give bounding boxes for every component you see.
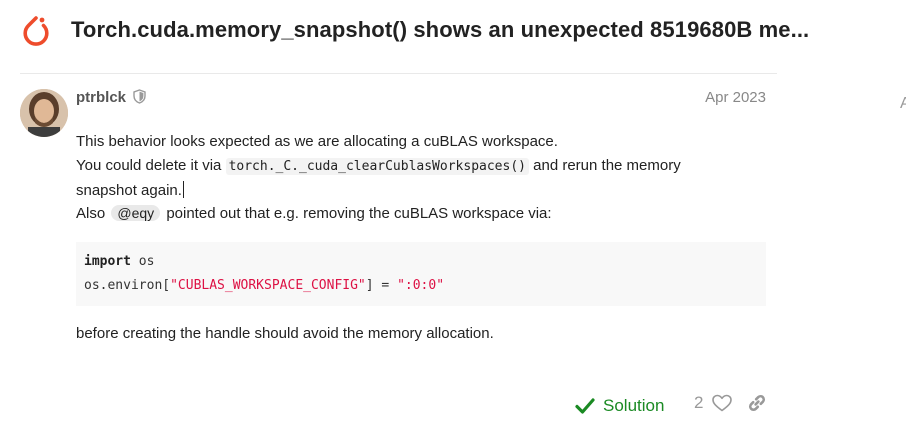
- timeline-label: A: [900, 95, 906, 112]
- header-divider: [20, 73, 777, 74]
- like-count[interactable]: 2: [694, 393, 703, 413]
- inline-code: torch._C._cuda_clearCublasWorkspaces(): [225, 158, 529, 175]
- code-text: os.environ[: [84, 278, 171, 293]
- code-keyword: import: [84, 254, 131, 269]
- avatar[interactable]: [20, 89, 68, 137]
- code-block: import os os.environ["CUBLAS_WORKSPACE_C…: [76, 242, 766, 306]
- link-icon[interactable]: [747, 393, 767, 413]
- text-segment: pointed out that e.g. removing the cuBLA…: [162, 205, 552, 222]
- user-mention[interactable]: @eqy: [111, 205, 161, 221]
- text-segment: and rerun the memory: [528, 157, 681, 174]
- avatar-image: [20, 89, 68, 137]
- solution-button[interactable]: Solution: [575, 393, 664, 419]
- pytorch-logo-icon[interactable]: [18, 12, 54, 50]
- post-author[interactable]: ptrblck: [76, 89, 126, 106]
- post-paragraph-line: before creating the handle should avoid …: [76, 325, 494, 342]
- post-paragraph-line: snapshot again.: [76, 181, 184, 199]
- text-cursor: [182, 181, 184, 198]
- post-paragraph-line: Also @eqy pointed out that e.g. removing…: [76, 205, 552, 222]
- text-segment: Also: [76, 205, 110, 222]
- code-line: import os: [84, 254, 154, 269]
- code-text: ] =: [365, 278, 398, 293]
- code-string: ":0:0": [397, 278, 445, 293]
- text-segment: You could delete it via: [76, 157, 226, 174]
- topic-page: Torch.cuda.memory_snapshot() shows an un…: [0, 0, 906, 440]
- heart-icon[interactable]: [712, 394, 732, 412]
- code-string: "CUBLAS_WORKSPACE_CONFIG": [170, 278, 366, 293]
- topic-title[interactable]: Torch.cuda.memory_snapshot() shows an un…: [71, 17, 891, 43]
- topic-header: Torch.cuda.memory_snapshot() shows an un…: [0, 0, 906, 62]
- shield-icon: [133, 89, 146, 104]
- post-paragraph-line: You could delete it via torch._C._cuda_c…: [76, 157, 681, 175]
- code-line: os.environ["CUBLAS_WORKSPACE_CONFIG"] = …: [84, 278, 444, 293]
- post-paragraph-line: This behavior looks expected as we are a…: [76, 133, 558, 150]
- text-segment: snapshot again.: [76, 182, 182, 199]
- code-text: os: [130, 254, 155, 269]
- post-date[interactable]: Apr 2023: [690, 89, 766, 106]
- solution-label: Solution: [603, 396, 665, 415]
- check-icon: [575, 398, 595, 414]
